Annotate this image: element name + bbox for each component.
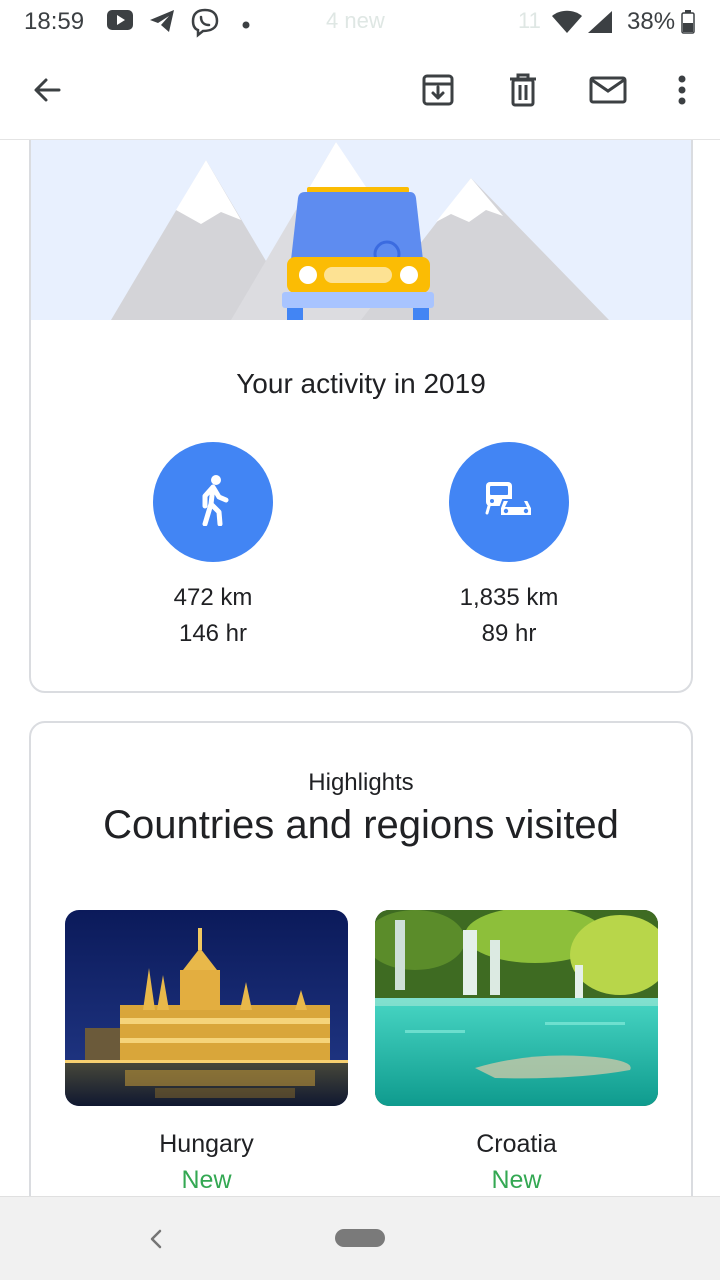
mark-unread-icon bbox=[589, 75, 627, 110]
battery-icon bbox=[681, 10, 695, 39]
place-card-hungary[interactable]: Hungary New bbox=[65, 910, 348, 1196]
archive-button[interactable] bbox=[414, 68, 462, 116]
place-name-hungary: Hungary bbox=[159, 1130, 254, 1158]
battery-percent: 38% bbox=[627, 8, 676, 35]
app-bar bbox=[0, 44, 720, 140]
delete-icon bbox=[508, 73, 538, 112]
delete-button[interactable] bbox=[499, 68, 547, 116]
driving-stat-circle bbox=[449, 442, 569, 562]
activity-card: Your activity in 2019 472 km 146 hr 1,83… bbox=[29, 110, 693, 693]
highlights-card: Highlights Countries and regions visited bbox=[29, 721, 693, 1241]
ghost-notification: 4 new bbox=[326, 8, 385, 33]
highlights-eyebrow: Highlights bbox=[308, 769, 414, 796]
walking-icon bbox=[193, 474, 233, 531]
walking-stat-circle bbox=[153, 442, 273, 562]
archive-icon bbox=[421, 73, 455, 112]
telegram-icon bbox=[148, 8, 176, 39]
driving-transit-icon bbox=[484, 480, 534, 525]
status-bar: 18:59 4 new 11 38% bbox=[0, 0, 720, 44]
walking-distance: 472 km bbox=[173, 584, 253, 611]
nav-home-pill[interactable] bbox=[335, 1229, 385, 1247]
road-trip-illustration bbox=[31, 112, 691, 320]
walking-duration: 146 hr bbox=[178, 620, 248, 647]
new-badge-croatia: New bbox=[491, 1166, 542, 1194]
back-button[interactable] bbox=[23, 68, 71, 116]
nav-back-button[interactable] bbox=[138, 1223, 174, 1259]
viber-icon bbox=[190, 8, 220, 43]
youtube-icon bbox=[106, 8, 134, 37]
back-arrow-icon bbox=[31, 74, 63, 111]
ghost-text: 11 bbox=[518, 8, 541, 33]
driving-duration: 89 hr bbox=[481, 620, 537, 647]
highlights-title: Countries and regions visited bbox=[103, 803, 619, 847]
activity-title: Your activity in 2019 bbox=[236, 368, 486, 399]
signal-icon bbox=[587, 10, 613, 39]
croatia-photo bbox=[375, 910, 658, 1106]
place-name-croatia: Croatia bbox=[476, 1130, 557, 1158]
place-card-croatia[interactable]: Croatia New bbox=[375, 910, 658, 1196]
status-time: 18:59 bbox=[24, 8, 85, 35]
nav-back-icon bbox=[148, 1228, 164, 1255]
new-badge-hungary: New bbox=[181, 1166, 232, 1194]
hungary-photo bbox=[65, 910, 348, 1106]
mark-unread-button[interactable] bbox=[584, 68, 632, 116]
system-nav-bar bbox=[0, 1196, 720, 1280]
walking-stat: 472 km 146 hr bbox=[93, 442, 333, 652]
driving-distance: 1,835 km bbox=[459, 584, 559, 611]
driving-stat: 1,835 km 89 hr bbox=[389, 442, 629, 652]
wifi-icon bbox=[551, 10, 583, 39]
more-vert-icon bbox=[677, 74, 687, 111]
dot-icon bbox=[242, 16, 250, 34]
more-options-button[interactable] bbox=[658, 68, 706, 116]
